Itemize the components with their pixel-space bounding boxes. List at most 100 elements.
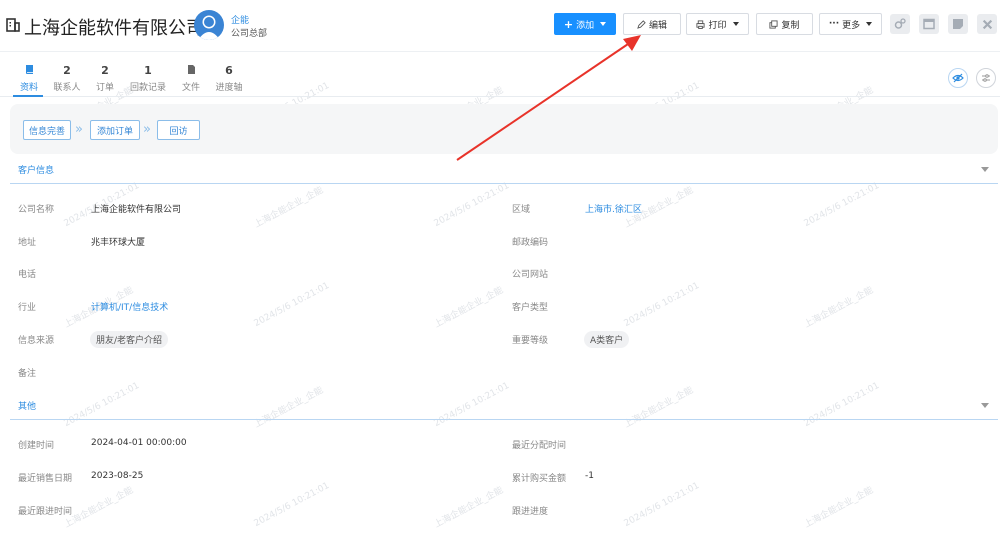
- watermark-text: 2024/5/6 10:21:01: [252, 280, 332, 330]
- last-sale-value: 2023-08-25: [91, 471, 144, 481]
- caret-down-icon: [866, 22, 873, 26]
- tab-label: 资料: [19, 83, 38, 93]
- tab-label: 文件: [181, 83, 200, 93]
- header-divider: [0, 51, 1000, 52]
- field-label: 行业: [18, 303, 37, 313]
- add-button[interactable]: + 添加: [554, 13, 616, 35]
- watermark-text: 2024/5/6 10:21:01: [62, 380, 142, 430]
- field-label: 地址: [18, 238, 37, 248]
- settings-button[interactable]: [890, 14, 910, 34]
- field-label: 最近销售日期: [18, 474, 73, 484]
- book-icon: [25, 65, 33, 74]
- field-label: 累计购买金额: [512, 474, 567, 484]
- building-icon: [6, 18, 20, 32]
- watermark-text: 2024/5/6 10:21:01: [622, 480, 702, 530]
- tab-count: 2: [63, 64, 71, 77]
- tab-label: 联系人: [53, 83, 81, 93]
- chevron-right-icon: »: [143, 122, 151, 137]
- section-customer-info[interactable]: 客户信息: [18, 163, 54, 176]
- field-label: 区域: [512, 205, 531, 215]
- chevron-right-icon: »: [75, 122, 83, 137]
- plus-icon: +: [563, 17, 574, 31]
- watermark-text: 上海企能企业_企能: [802, 485, 876, 531]
- watermark-text: 上海企能企业_企能: [802, 285, 876, 331]
- print-button[interactable]: 打印: [686, 13, 749, 35]
- more-button[interactable]: ··· 更多: [819, 13, 882, 35]
- watermark-text: 2024/5/6 10:21:01: [802, 380, 882, 430]
- tab-timeline[interactable]: 6 进度轴: [214, 64, 244, 93]
- level-tag: A类客户: [584, 331, 630, 348]
- total-purchase-value: -1: [585, 471, 594, 481]
- region-value[interactable]: 上海市.徐汇区: [585, 202, 642, 215]
- collapse-triangle-icon[interactable]: [981, 167, 989, 172]
- field-label: 公司名称: [18, 205, 55, 215]
- file-icon: [187, 65, 195, 74]
- section-divider: [10, 419, 998, 420]
- eye-slash-icon: [952, 73, 964, 83]
- field-label: 备注: [18, 369, 37, 379]
- add-button-label: 添加: [576, 20, 595, 31]
- owner-name[interactable]: 企能: [231, 13, 249, 26]
- field-label: 最近跟进时间: [18, 507, 73, 517]
- tab-count: 6: [225, 64, 233, 77]
- field-label: 创建时间: [18, 441, 55, 451]
- tab-label: 订单: [95, 83, 114, 93]
- edit-icon: [637, 19, 646, 29]
- tab-label: 回款记录: [129, 83, 166, 93]
- field-label: 重要等级: [512, 336, 549, 346]
- owner-department: 公司总部: [231, 29, 268, 39]
- field-label: 电话: [18, 270, 37, 280]
- close-button[interactable]: [977, 14, 997, 34]
- tab-orders[interactable]: 2 订单: [93, 64, 117, 93]
- field-label: 邮政编码: [512, 238, 549, 248]
- industry-value[interactable]: 计算机/IT/信息技术: [91, 300, 168, 313]
- company-name-value: 上海企能软件有限公司: [91, 205, 182, 215]
- watermark-text: 上海企能企业_企能: [62, 485, 136, 531]
- step-revisit[interactable]: 回访: [157, 120, 200, 140]
- field-label: 跟进进度: [512, 507, 549, 517]
- edit-button-label: 编辑: [648, 20, 667, 31]
- watermark-text: 上海企能企业_企能: [252, 385, 326, 431]
- close-icon: [982, 19, 992, 29]
- filter-settings-button[interactable]: [976, 68, 996, 88]
- company-title: 上海企能软件有限公司: [24, 18, 204, 39]
- watermark-text: 2024/5/6 10:21:01: [432, 380, 512, 430]
- watermark-text: 2024/5/6 10:21:01: [252, 480, 332, 530]
- tabs-divider: [0, 96, 1000, 97]
- step-info-complete[interactable]: 信息完善: [23, 120, 71, 140]
- watermark-text: 上海企能企业_企能: [252, 185, 326, 231]
- copy-button[interactable]: 复制: [756, 13, 813, 35]
- field-label: 公司网站: [512, 270, 549, 280]
- visibility-toggle[interactable]: [948, 68, 968, 88]
- note-button[interactable]: [948, 14, 968, 34]
- caret-down-icon: [732, 22, 739, 26]
- address-value: 兆丰环球大厦: [91, 238, 146, 248]
- copy-button-label: 复制: [781, 20, 800, 31]
- owner-avatar[interactable]: [194, 10, 224, 40]
- tab-label: 进度轴: [215, 83, 243, 93]
- created-value: 2024-04-01 00:00:00: [91, 438, 187, 448]
- window-icon: [923, 18, 935, 30]
- tab-payments[interactable]: 1 回款记录: [128, 64, 168, 93]
- watermark-text: 2024/5/6 10:21:01: [432, 180, 512, 230]
- user-avatar-icon: [198, 15, 220, 40]
- step-add-order[interactable]: 添加订单: [90, 120, 140, 140]
- field-label: 最近分配时间: [512, 441, 567, 451]
- watermark-text: 2024/5/6 10:21:01: [622, 280, 702, 330]
- edit-button[interactable]: 编辑: [623, 13, 681, 35]
- collapse-triangle-icon[interactable]: [981, 403, 989, 408]
- caret-down-icon: [600, 22, 607, 26]
- copy-icon: [769, 19, 779, 29]
- more-button-label: 更多: [842, 20, 861, 31]
- section-divider: [10, 183, 998, 184]
- ellipsis-icon: ···: [828, 19, 840, 29]
- tab-contacts[interactable]: 2 联系人: [52, 64, 82, 93]
- field-label: 信息来源: [18, 336, 55, 346]
- watermark-text: 2024/5/6 10:21:01: [802, 180, 882, 230]
- section-other[interactable]: 其他: [18, 399, 36, 412]
- print-icon: [696, 19, 706, 29]
- active-tab-indicator: [13, 95, 43, 97]
- tab-files[interactable]: 文件: [179, 64, 203, 93]
- window-button[interactable]: [919, 14, 939, 34]
- tab-profile[interactable]: 资料: [17, 64, 41, 93]
